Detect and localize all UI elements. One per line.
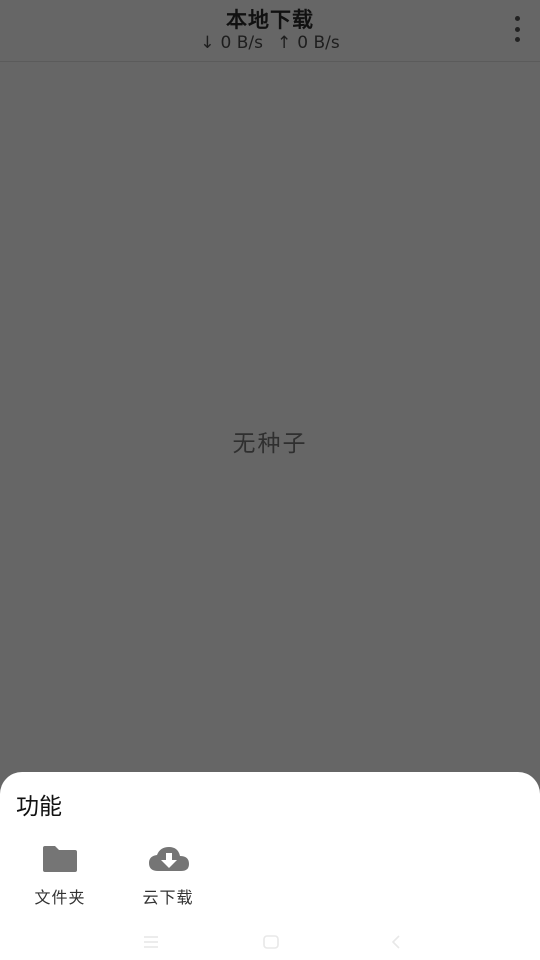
upload-arrow-icon: ↑: [277, 33, 292, 53]
folder-label: 文件夹: [34, 888, 86, 907]
function-bottom-sheet: 功能 文件夹 云下载: [0, 772, 540, 960]
page-title: 本地下载: [226, 8, 314, 32]
back-icon[interactable]: [386, 932, 410, 952]
upload-speed: 0 B/s: [297, 33, 340, 53]
home-icon[interactable]: [260, 932, 284, 952]
cloud-download-label: 云下载: [142, 888, 194, 907]
top-app-bar: 本地下载 ↓ 0 B/s ↑ 0 B/s: [0, 0, 540, 62]
download-speed: 0 B/s: [220, 33, 263, 53]
download-arrow-icon: ↓: [200, 33, 215, 53]
cloud-download-icon: [149, 847, 189, 871]
screen: 本地下载 ↓ 0 B/s ↑ 0 B/s 无种子 功能 文件夹 云下载: [0, 0, 540, 960]
folder-icon: [43, 846, 77, 872]
empty-state-text: 无种子: [232, 431, 308, 457]
folder-button[interactable]: 文件夹: [15, 842, 105, 912]
transfer-speed: ↓ 0 B/s ↑ 0 B/s: [0, 33, 540, 53]
more-options-icon[interactable]: [512, 16, 522, 42]
sheet-title: 功能: [16, 794, 62, 820]
system-nav-bar: [0, 926, 540, 960]
cloud-download-button[interactable]: 云下载: [123, 842, 213, 912]
menu-icon[interactable]: [140, 932, 164, 952]
